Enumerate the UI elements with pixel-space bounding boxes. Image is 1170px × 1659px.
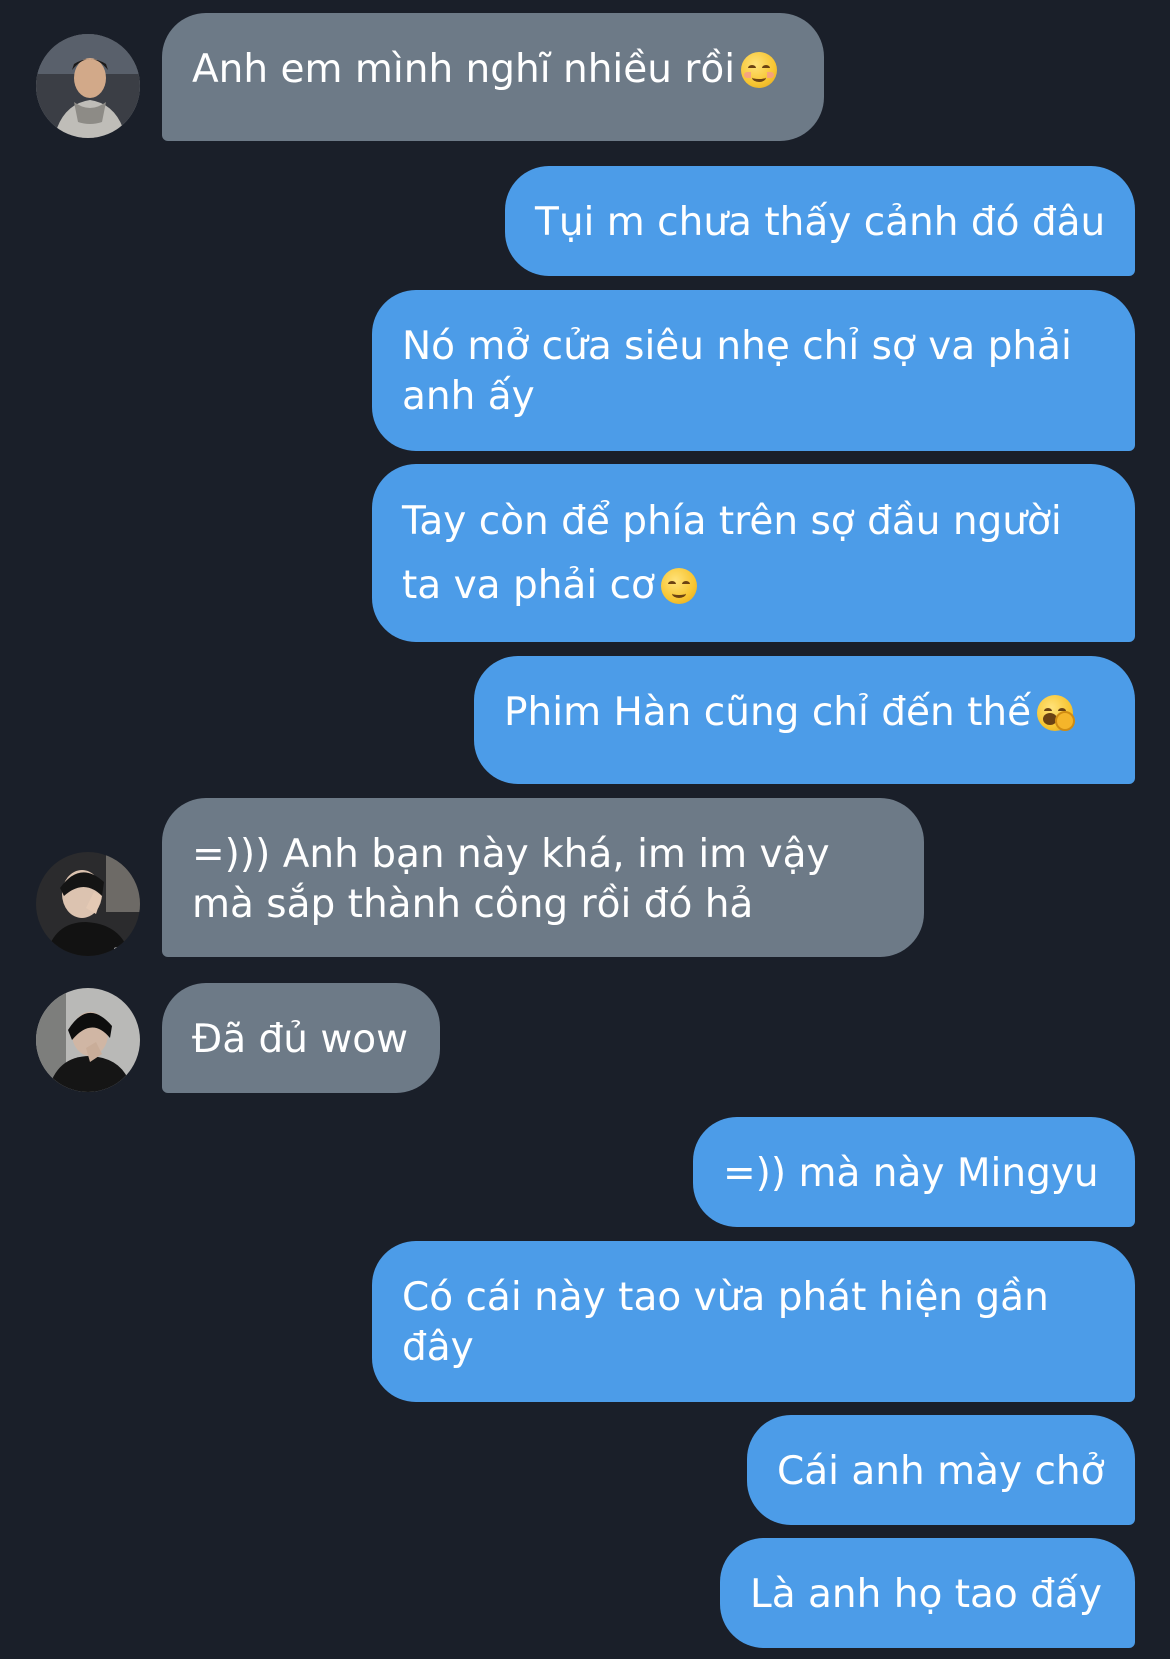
message-text: Là anh họ tao đấy [750,1572,1102,1617]
message-text: Nó mở cửa siêu nhẹ chỉ sợ va phải anh ấy [402,324,1072,419]
message-bubble[interactable]: Là anh họ tao đấy [720,1538,1135,1648]
message-text: Tụi m chưa thấy cảnh đó đâu [535,200,1106,245]
message-bubble[interactable]: Tay còn để phía trên sợ đầu người ta va … [372,464,1135,642]
message-bubble[interactable]: Tụi m chưa thấy cảnh đó đâu [505,166,1135,276]
avatar[interactable] [36,34,140,138]
message-text: =)) mà này Mingyu [723,1151,1099,1196]
message-text: Cái anh mày chở [777,1449,1105,1494]
message-text: Anh em mình nghĩ nhiều rồi [192,47,736,92]
message-bubble[interactable]: Cái anh mày chở [747,1415,1135,1525]
message-bubble[interactable]: Anh em mình nghĩ nhiều rồi [162,13,824,141]
message-bubble[interactable]: =)) mà này Mingyu [693,1117,1135,1227]
message-bubble[interactable]: Phim Hàn cũng chỉ đến thế [474,656,1135,784]
avatar[interactable] [36,852,140,956]
message-text: Đã đủ wow [192,1017,409,1062]
message-bubble[interactable]: =))) Anh bạn này khá, im im vậy mà sắp t… [162,798,924,957]
message-text: Phim Hàn cũng chỉ đến thế [504,690,1032,735]
message-bubble[interactable]: Nó mở cửa siêu nhẹ chỉ sợ va phải anh ấy [372,290,1135,451]
message-text: Có cái này tao vừa phát hiện gần đây [402,1275,1049,1370]
relieved-face-icon [660,568,697,604]
avatar[interactable] [36,988,140,1092]
message-text: =))) Anh bạn này khá, im im vậy mà sắp t… [192,832,830,927]
message-text: Tay còn để phía trên sợ đầu người ta va … [402,499,1062,608]
yawning-face-icon [1037,695,1076,731]
message-bubble[interactable]: Đã đủ wow [162,983,440,1093]
chat-thread: Anh em mình nghĩ nhiều rồi Tụi m chưa th… [0,0,1170,1659]
smiling-face-icon [741,52,778,88]
message-bubble[interactable]: Có cái này tao vừa phát hiện gần đây [372,1241,1135,1402]
